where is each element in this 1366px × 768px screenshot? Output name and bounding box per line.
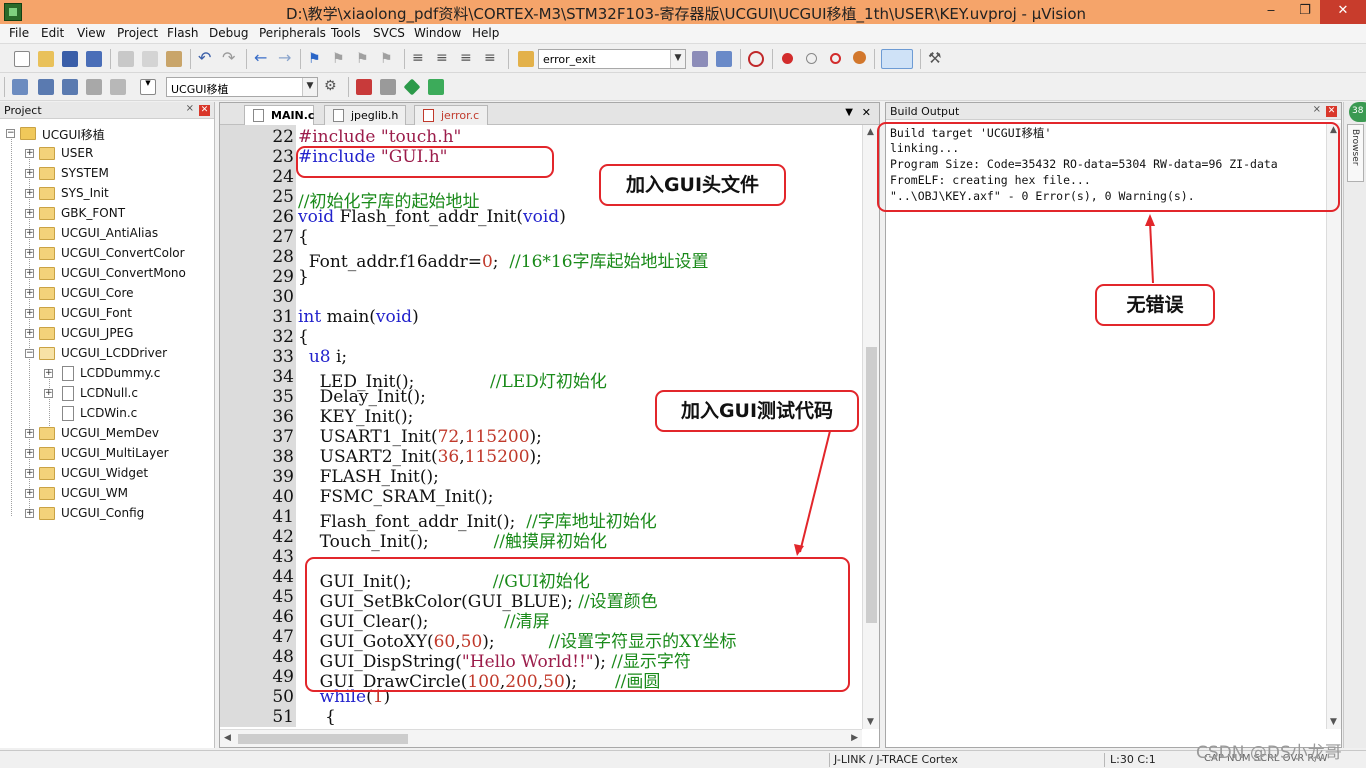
annotation-arrow-head [794,544,804,556]
no-error-note: 无错误 [1095,284,1215,326]
annotation-arrow-head [1145,214,1155,226]
include-highlight-box [296,146,554,178]
test-code-highlight-box [305,557,850,692]
test-code-note: 加入GUI测试代码 [655,390,859,432]
annotation-arrow-line [799,430,831,553]
annotation-arrow-line [1149,221,1154,284]
include-note: 加入GUI头文件 [599,164,786,206]
build-result-highlight-box [877,122,1340,212]
